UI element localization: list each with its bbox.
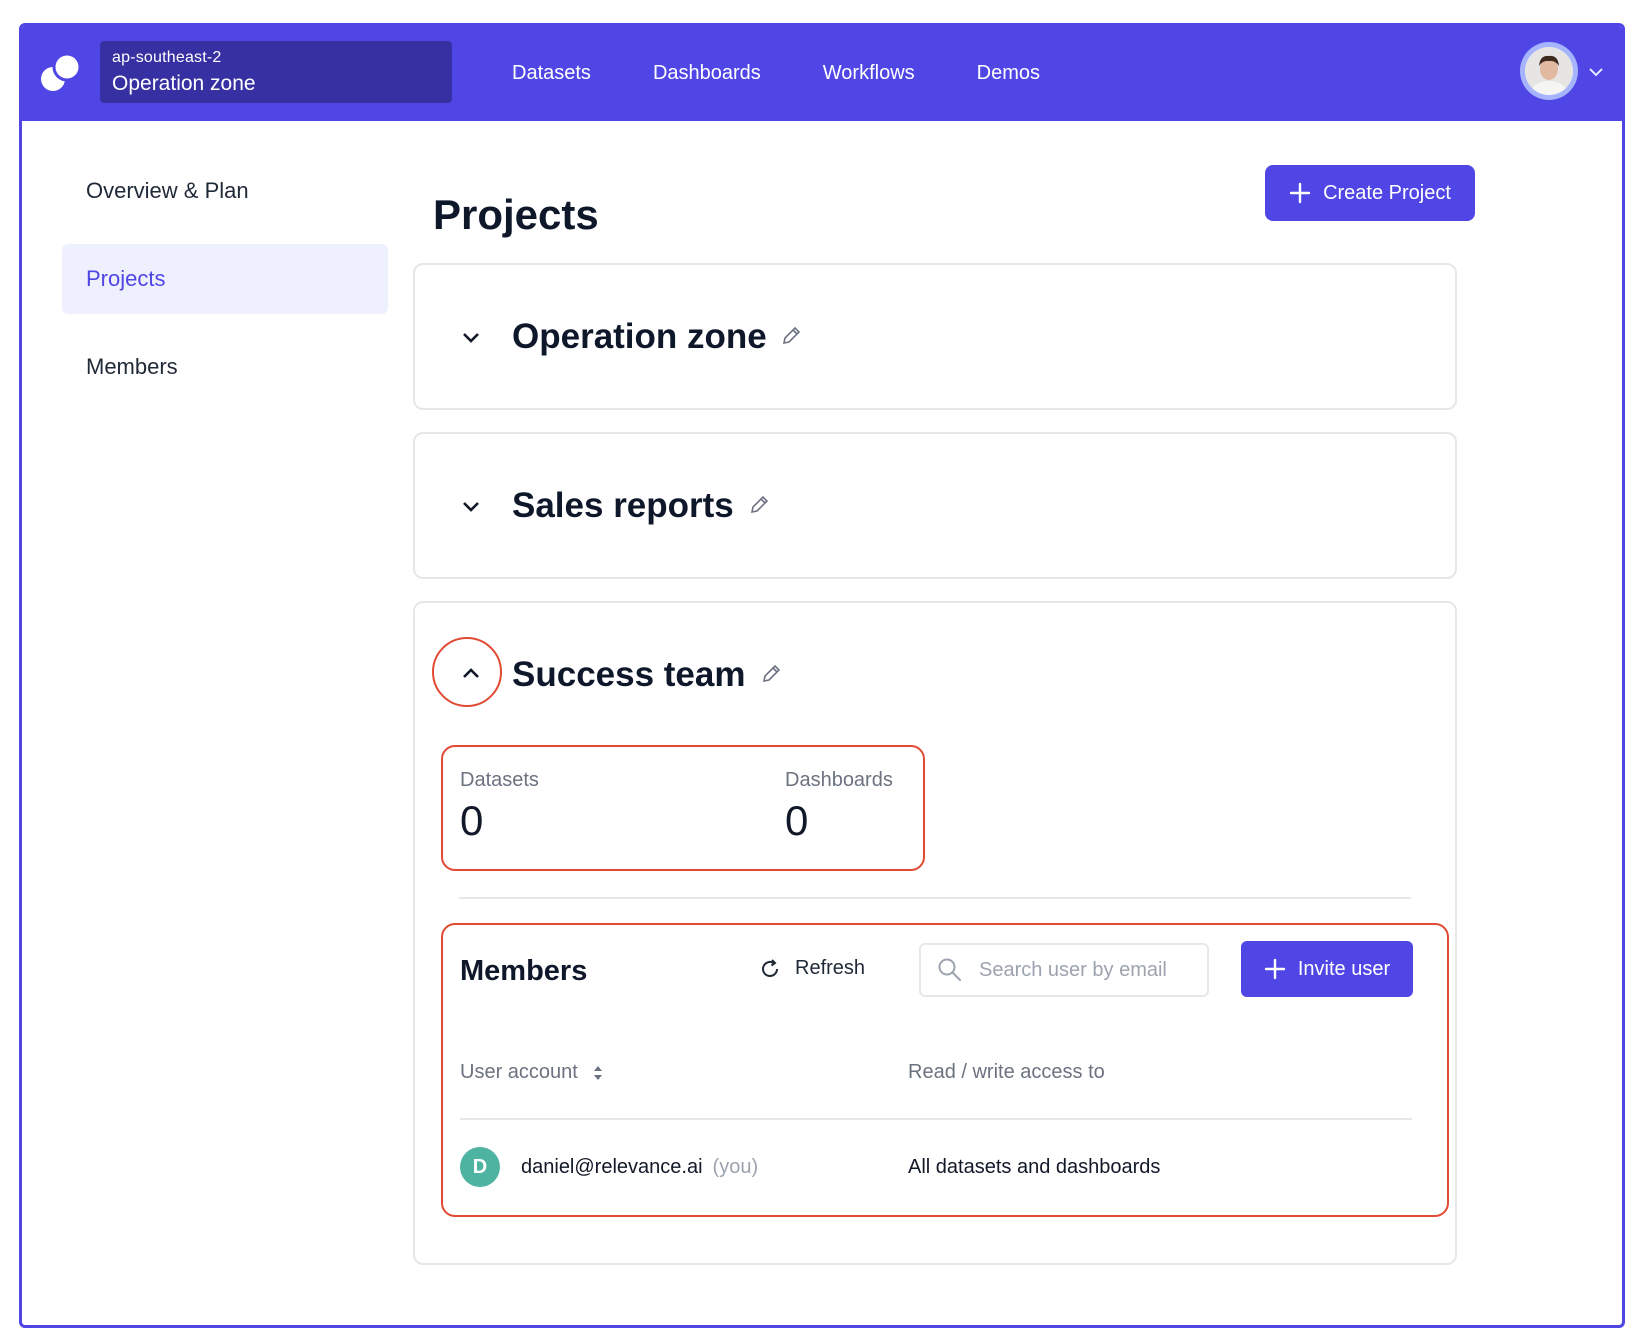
main-nav: Datasets Dashboards Workflows Demos: [512, 26, 1102, 121]
chevron-up-icon[interactable]: [461, 666, 481, 680]
page-title: Projects: [433, 191, 599, 238]
datasets-stat-label: Datasets: [460, 769, 539, 791]
refresh-button[interactable]: Refresh: [759, 957, 865, 980]
sidebar-item-projects[interactable]: Projects: [62, 244, 388, 314]
project-name: Success team: [512, 655, 746, 694]
nav-workflows[interactable]: Workflows: [823, 62, 915, 85]
nav-dashboards[interactable]: Dashboards: [653, 62, 761, 85]
refresh-label: Refresh: [795, 957, 866, 979]
nav-datasets[interactable]: Datasets: [512, 62, 591, 85]
pencil-icon[interactable]: [748, 494, 770, 516]
members-section: Members Refresh Invite user: [441, 923, 1449, 1217]
avatar: [1525, 47, 1573, 95]
column-user-label: User account: [460, 1061, 578, 1083]
logo-icon[interactable]: [40, 50, 84, 94]
table-divider: [460, 1118, 1412, 1120]
user-avatar-button[interactable]: [1520, 42, 1578, 100]
sidebar-item-overview[interactable]: Overview & Plan: [62, 156, 388, 226]
pencil-icon[interactable]: [760, 663, 782, 685]
project-card: Sales reports: [413, 432, 1457, 579]
nav-demos[interactable]: Demos: [977, 62, 1040, 85]
sidebar: Overview & Plan Projects Members: [62, 156, 388, 420]
pencil-icon[interactable]: [780, 325, 802, 347]
invite-user-label: Invite user: [1297, 957, 1391, 980]
project-card-expanded: Success team Datasets 0 Dashboards 0 Mem…: [413, 601, 1457, 1265]
top-navbar: ap-southeast-2 Operation zone Datasets D…: [22, 26, 1622, 121]
invite-user-button[interactable]: Invite user: [1241, 941, 1413, 997]
chevron-down-icon[interactable]: [1586, 64, 1606, 80]
zone-region: ap-southeast-2: [112, 49, 222, 66]
divider: [459, 897, 1411, 899]
user-initial-avatar: D: [460, 1147, 500, 1187]
refresh-icon: [762, 958, 778, 977]
search-user-field[interactable]: [919, 943, 1209, 997]
column-access-label: Read / write access to: [908, 1061, 1105, 1083]
datasets-stat-value: 0: [460, 797, 484, 844]
zone-name: Operation zone: [112, 72, 256, 95]
chevron-down-icon[interactable]: [461, 331, 481, 345]
column-header-access: Read / write access to: [908, 1061, 1105, 1084]
members-title: Members: [460, 955, 588, 987]
user-email: daniel@relevance.ai (you): [521, 1156, 758, 1179]
sidebar-item-members[interactable]: Members: [62, 332, 388, 402]
column-header-user: User account: [460, 1061, 604, 1084]
sort-icon[interactable]: [592, 1064, 604, 1082]
project-card: Operation zone: [413, 263, 1457, 410]
dashboards-stat-value: 0: [785, 797, 809, 844]
user-access: All datasets and dashboards: [908, 1156, 1161, 1178]
create-project-label: Create Project: [1323, 181, 1451, 204]
search-icon: [938, 958, 961, 981]
user-email-text: daniel@relevance.ai: [521, 1156, 703, 1178]
dashboards-stat-label: Dashboards: [785, 769, 893, 791]
app-window: ap-southeast-2 Operation zone Datasets D…: [19, 23, 1625, 1328]
project-name: Operation zone: [512, 317, 767, 356]
create-project-button[interactable]: Create Project: [1265, 165, 1475, 221]
you-tag: (you): [712, 1156, 759, 1178]
chevron-down-icon[interactable]: [461, 500, 481, 514]
project-stats: Datasets 0 Dashboards 0: [441, 745, 925, 871]
project-name: Sales reports: [512, 486, 734, 525]
search-input[interactable]: [977, 957, 1181, 983]
plus-icon: [1264, 958, 1286, 980]
plus-icon: [1289, 182, 1311, 204]
zone-selector[interactable]: ap-southeast-2 Operation zone: [100, 41, 452, 103]
